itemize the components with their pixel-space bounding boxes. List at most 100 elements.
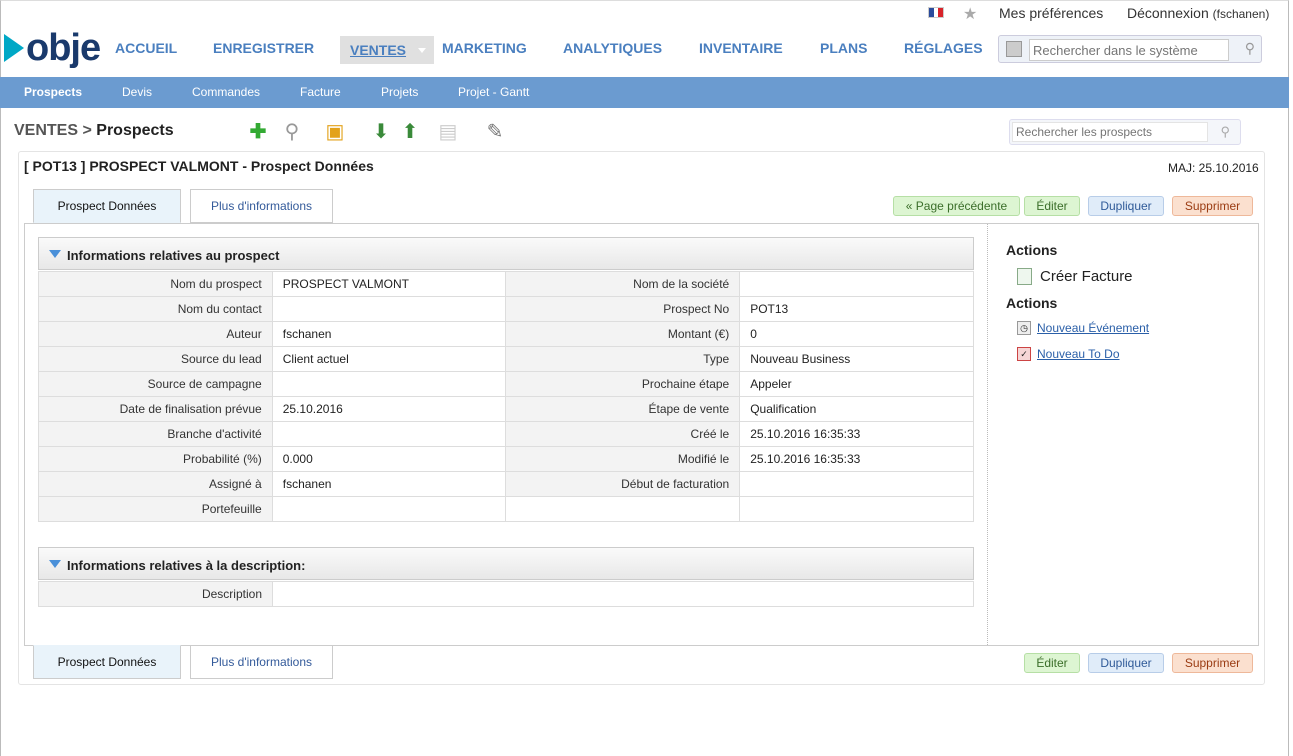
search-icon[interactable]: ⚲ [1220,124,1230,140]
chevron-down-icon [418,48,427,53]
field-label: Nom du contact [38,296,273,322]
section-header-description[interactable]: Informations relatives à la description: [38,547,974,580]
new-event-link[interactable]: Nouveau Événement [1037,321,1149,335]
event-icon: ◷ [1017,321,1031,335]
logout-label: Déconnexion [1127,5,1209,21]
prospect-search: ⚲ [1009,119,1241,145]
search-icon[interactable]: ⚲ [1245,40,1255,57]
field-value [739,271,974,297]
field-label: Type [505,346,741,372]
nav-reglages[interactable]: RÉGLAGES [904,40,983,56]
tab-prospect-donnees-bottom[interactable]: Prospect Données [33,645,181,679]
breadcrumb-module[interactable]: VENTES > [14,122,92,139]
search-scope-icon[interactable] [1006,41,1022,57]
nav-enregistrer[interactable]: ENREGISTRER [213,40,314,56]
duplicate-button-bottom[interactable]: Dupliquer [1088,653,1164,673]
nav-ventes-label: VENTES [350,42,407,58]
nav-analytiques[interactable]: ANALYTIQUES [563,40,662,56]
nav-ventes[interactable]: VENTES [340,36,435,64]
settings-wrench-icon[interactable]: ✎ [482,118,508,144]
new-todo-action[interactable]: ✓ Nouveau To Do [1017,347,1120,361]
field-value: fschanen [271,321,507,347]
field-value: Appeler [739,371,974,397]
edit-button[interactable]: Éditer [1024,196,1080,216]
subnav-prospects[interactable]: Prospects [24,85,82,99]
table-row: Source de campagne Prochaine étape Appeler [38,371,974,397]
create-invoice-action[interactable]: Créer Facture [1017,268,1133,285]
preferences-link[interactable]: Mes préférences [999,5,1103,21]
section-header-prospect[interactable]: Informations relatives au prospect [38,237,974,270]
import-icon[interactable]: ⬇ [368,118,394,144]
back-button[interactable]: « Page précédente [893,196,1020,216]
field-value [739,496,974,522]
tab-plus-informations-bottom[interactable]: Plus d'informations [190,645,333,679]
field-value: Client actuel [271,346,507,372]
collapse-triangle-icon [49,560,61,568]
tab-plus-informations[interactable]: Plus d'informations [190,189,333,223]
edit-button-bottom[interactable]: Éditer [1024,653,1080,673]
logout-user: (fschanen) [1212,7,1270,21]
actions-heading: Actions [1006,295,1058,311]
record-title: [ POT13 ] PROSPECT VALMONT - Prospect Do… [24,158,374,174]
field-label: Auteur [38,321,273,347]
french-flag-icon[interactable] [928,7,944,18]
search-icon[interactable]: ⚲ [279,118,305,144]
collapse-triangle-icon [49,250,61,258]
nav-inventaire[interactable]: INVENTAIRE [699,40,783,56]
table-row: Nom du contact Prospect No POT13 [38,296,974,322]
field-value: POT13 [739,296,974,322]
nav-plans[interactable]: PLANS [820,40,867,56]
subnav-facture[interactable]: Facture [300,85,341,99]
tab-prospect-donnees[interactable]: Prospect Données [33,189,181,223]
section-title: Informations relatives à la description: [67,558,306,573]
create-invoice-label: Créer Facture [1040,268,1133,285]
field-value: fschanen [271,471,507,497]
add-icon[interactable]: ✚ [245,118,271,144]
new-event-action[interactable]: ◷ Nouveau Événement [1017,321,1149,335]
subnav-projet-gantt[interactable]: Projet - Gantt [458,85,529,99]
sub-nav: Prospects Devis Commandes Facture Projet… [0,77,1289,108]
table-row: Portefeuille [38,496,974,522]
breadcrumb: VENTES > Prospects [14,122,174,140]
field-label: Montant (€) [505,321,741,347]
field-label: Prochaine étape [505,371,741,397]
table-row: Description [38,581,974,607]
favorites-star-icon[interactable]: ★ [963,4,977,24]
field-label: Source du lead [38,346,273,372]
top-bar: ★ Mes préférences Déconnexion (fschanen) [0,4,1289,24]
subnav-devis[interactable]: Devis [122,85,152,99]
delete-button-bottom[interactable]: Supprimer [1172,653,1253,673]
actions-heading: Actions [1006,242,1058,258]
subnav-commandes[interactable]: Commandes [192,85,260,99]
nav-marketing[interactable]: MARKETING [442,40,527,56]
field-value: 25.10.2016 16:35:33 [739,421,974,447]
subnav-projets[interactable]: Projets [381,85,418,99]
field-label: Portefeuille [38,496,273,522]
prospect-search-input[interactable] [1012,122,1208,142]
new-todo-link[interactable]: Nouveau To Do [1037,347,1120,361]
system-search: ⚲ [998,35,1262,63]
description-table: Description [38,581,974,607]
delete-button[interactable]: Supprimer [1172,196,1253,216]
duplicate-finder-icon[interactable]: ▤ [435,118,461,144]
nav-accueil[interactable]: ACCUEIL [115,40,177,56]
field-value [271,371,507,397]
export-icon[interactable]: ⬆ [397,118,423,144]
logo[interactable]: obje [4,28,101,68]
field-value: Qualification [739,396,974,422]
logo-arrow-icon [4,34,24,62]
clipboard-icon[interactable]: ▣ [322,118,348,144]
column-divider [987,224,988,645]
table-row: Branche d'activité Créé le 25.10.2016 16:3… [38,421,974,447]
field-label: Date de finalisation prévue [38,396,273,422]
field-value: Nouveau Business [739,346,974,372]
system-search-input[interactable] [1029,39,1229,61]
breadcrumb-page: Prospects [96,122,174,139]
table-row: Probabilité (%) 0.000 Modifié le 25.10.2016… [38,446,974,472]
logout-link[interactable]: Déconnexion (fschanen) [1127,5,1269,21]
field-label: Prospect No [505,296,741,322]
field-label: Source de campagne [38,371,273,397]
field-label: Probabilité (%) [38,446,273,472]
field-label: Nom du prospect [38,271,273,297]
duplicate-button[interactable]: Dupliquer [1088,196,1164,216]
